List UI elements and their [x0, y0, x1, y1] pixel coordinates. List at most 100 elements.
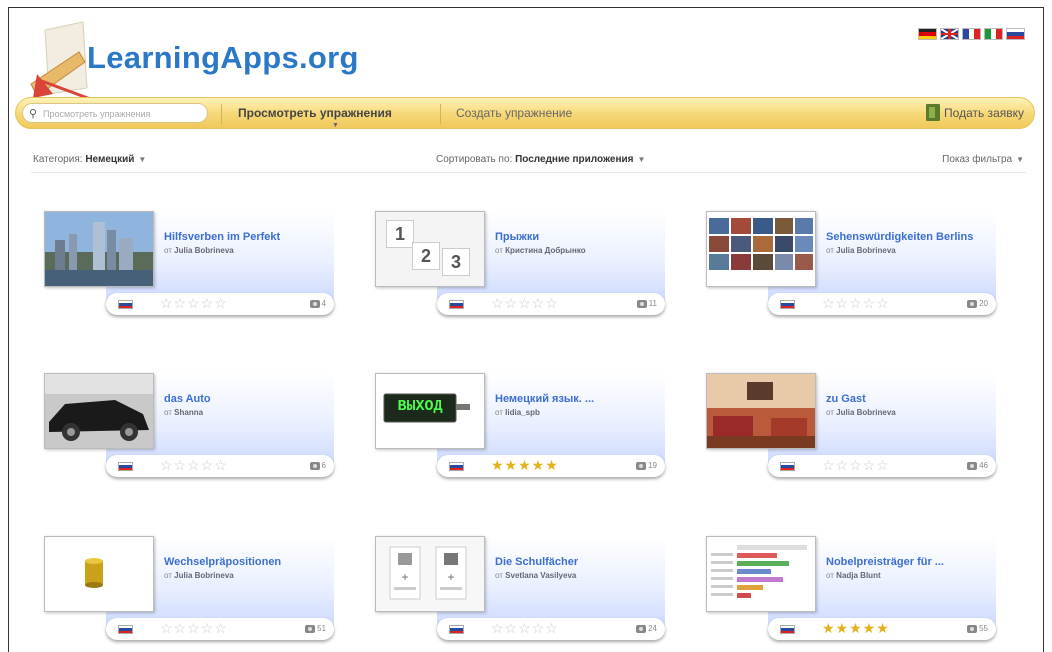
views-icon: [636, 299, 647, 308]
app-card[interactable]: Sehenswürdigkeiten Berlins от Julia Bobr…: [706, 211, 998, 326]
show-filter-label: Показ фильтра: [942, 154, 1013, 165]
app-title[interactable]: Sehenswürdigkeiten Berlins: [826, 231, 973, 243]
chevron-down-icon: ▼: [1016, 155, 1024, 164]
language-switcher: [918, 28, 1025, 40]
card-footer: ☆☆☆☆☆ 20: [768, 293, 996, 315]
flag-en-icon[interactable]: [940, 28, 959, 40]
app-title-block: zu Gast от Julia Bobrineva: [826, 392, 986, 420]
app-thumbnail-living-room[interactable]: [706, 373, 816, 449]
rating-stars[interactable]: ★★★★★: [822, 620, 890, 637]
chevron-down-icon: ▼: [637, 155, 646, 164]
number-tile: 3: [442, 248, 470, 276]
rating-stars[interactable]: ☆☆☆☆☆: [160, 620, 228, 637]
svg-text:+: +: [401, 570, 408, 584]
sort-dropdown[interactable]: Сортировать по: Последние приложения ▼: [436, 154, 645, 165]
views-count: 46: [967, 461, 988, 470]
chevron-down-icon: ▼: [138, 155, 147, 164]
photo-collage-image: [707, 212, 815, 286]
living-room-image: [707, 374, 815, 448]
flag-de-icon[interactable]: [918, 28, 937, 40]
app-thumbnail-nobel-chart[interactable]: [706, 536, 816, 612]
app-title[interactable]: Прыжки: [495, 231, 539, 243]
app-title[interactable]: Hilfsverben im Perfekt: [164, 231, 280, 243]
app-author: от Julia Bobrineva: [164, 246, 234, 255]
show-filter-toggle[interactable]: Показ фильтра ▼: [942, 154, 1024, 165]
site-logo[interactable]: LearningApps.org: [23, 18, 383, 108]
flag-ru-icon: [118, 625, 133, 634]
app-card[interactable]: zu Gast от Julia Bobrineva ☆☆☆☆☆ 46: [706, 373, 998, 488]
flag-fr-icon[interactable]: [962, 28, 981, 40]
category-value: Немецкий: [85, 154, 135, 165]
number-tile: 1: [386, 220, 414, 248]
views-icon: [309, 299, 320, 308]
app-card[interactable]: das Auto от Shanna ☆☆☆☆☆ 6: [44, 373, 336, 488]
app-thumbnail-school-subjects[interactable]: + +: [375, 536, 485, 612]
submit-request-label: Подать заявку: [944, 105, 1024, 120]
card-footer: ★★★★★ 19: [437, 455, 665, 477]
city-skyline-image: [45, 212, 153, 286]
rating-stars[interactable]: ☆☆☆☆☆: [822, 457, 890, 474]
rating-stars[interactable]: ☆☆☆☆☆: [822, 295, 890, 312]
app-author: от Julia Bobrineva: [826, 246, 896, 255]
app-author: от lidia_spb: [495, 408, 540, 417]
app-thumbnail-berlin[interactable]: [706, 211, 816, 287]
views-count: 24: [636, 624, 657, 633]
submit-request-button[interactable]: Подать заявку: [926, 104, 1024, 121]
flag-ru-icon[interactable]: [1006, 28, 1025, 40]
rating-stars[interactable]: ☆☆☆☆☆: [160, 457, 228, 474]
search-box[interactable]: ⚲: [22, 103, 208, 123]
app-card[interactable]: Nobelpreisträger für ... от Nadja Blunt …: [706, 536, 998, 651]
app-title[interactable]: Die Schulfächer: [495, 556, 578, 568]
views-count: 11: [636, 299, 657, 308]
app-title[interactable]: das Auto: [164, 393, 211, 405]
category-dropdown[interactable]: Категория: Немецкий ▼: [33, 154, 146, 165]
card-footer: ☆☆☆☆☆ 4: [106, 293, 334, 315]
nav-divider: [440, 104, 441, 124]
views-icon: [309, 461, 320, 470]
flag-ru-icon: [780, 300, 795, 309]
app-card[interactable]: + + Die Schulfächer от Svetlana Vasilyev…: [375, 536, 667, 651]
app-thumbnail-coins[interactable]: [44, 536, 154, 612]
rating-stars[interactable]: ☆☆☆☆☆: [491, 620, 559, 637]
search-icon: ⚲: [29, 108, 38, 120]
app-card[interactable]: ВЫХОД Немецкий язык. ... от lidia_spb ★★…: [375, 373, 667, 488]
views-icon: [636, 461, 647, 470]
flag-it-icon[interactable]: [984, 28, 1003, 40]
card-footer: ★★★★★ 55: [768, 618, 996, 640]
app-title[interactable]: zu Gast: [826, 393, 866, 405]
app-thumbnail-city[interactable]: [44, 211, 154, 287]
card-footer: ☆☆☆☆☆ 51: [106, 618, 334, 640]
app-title[interactable]: Nobelpreisträger für ...: [826, 556, 944, 568]
app-thumbnail-numbers[interactable]: 1 2 3: [375, 211, 485, 287]
views-count: 6: [309, 461, 326, 470]
bar-chart-image: [707, 537, 815, 611]
app-title-block: Немецкий язык. ... от lidia_spb: [495, 392, 655, 420]
svg-text:+: +: [447, 570, 454, 584]
app-card[interactable]: 1 2 3 Прыжки от Кристина Добрынко ☆☆☆☆☆ …: [375, 211, 667, 326]
app-thumbnail-car[interactable]: [44, 373, 154, 449]
flag-ru-icon: [449, 300, 464, 309]
active-tab-indicator-icon: ▼: [332, 122, 339, 129]
app-thumbnail-exit-sign[interactable]: ВЫХОД: [375, 373, 485, 449]
nav-browse-apps[interactable]: Просмотреть упражнения: [238, 106, 392, 120]
rating-stars[interactable]: ☆☆☆☆☆: [160, 295, 228, 312]
coin-stack-image: [45, 537, 153, 611]
app-title-block: Die Schulfächer от Svetlana Vasilyeva: [495, 555, 655, 583]
nav-create-app[interactable]: Создать упражнение: [456, 106, 572, 120]
app-title[interactable]: Немецкий язык. ...: [495, 393, 594, 405]
rating-stars[interactable]: ☆☆☆☆☆: [491, 295, 559, 312]
search-input[interactable]: [41, 105, 205, 123]
app-card[interactable]: Hilfsverben im Perfekt от Julia Bobrinev…: [44, 211, 336, 326]
app-author: от Кристина Добрынко: [495, 246, 586, 255]
app-title[interactable]: Wechselpräpositionen: [164, 556, 281, 568]
app-title-block: das Auto от Shanna: [164, 392, 324, 420]
flag-ru-icon: [118, 462, 133, 471]
app-author: от Julia Bobrineva: [164, 571, 234, 580]
app-title-block: Nobelpreisträger für ... от Nadja Blunt: [826, 555, 986, 583]
rating-stars[interactable]: ★★★★★: [491, 457, 559, 474]
filter-bar: Категория: Немецкий ▼ Сортировать по: Пос…: [31, 148, 1026, 173]
sort-label: Сортировать по:: [436, 154, 513, 165]
app-author: от Nadja Blunt: [826, 571, 881, 580]
page-frame: LearningApps.org ⚲ Просмотреть упражнени…: [8, 7, 1044, 652]
app-card[interactable]: Wechselpräpositionen от Julia Bobrineva …: [44, 536, 336, 651]
